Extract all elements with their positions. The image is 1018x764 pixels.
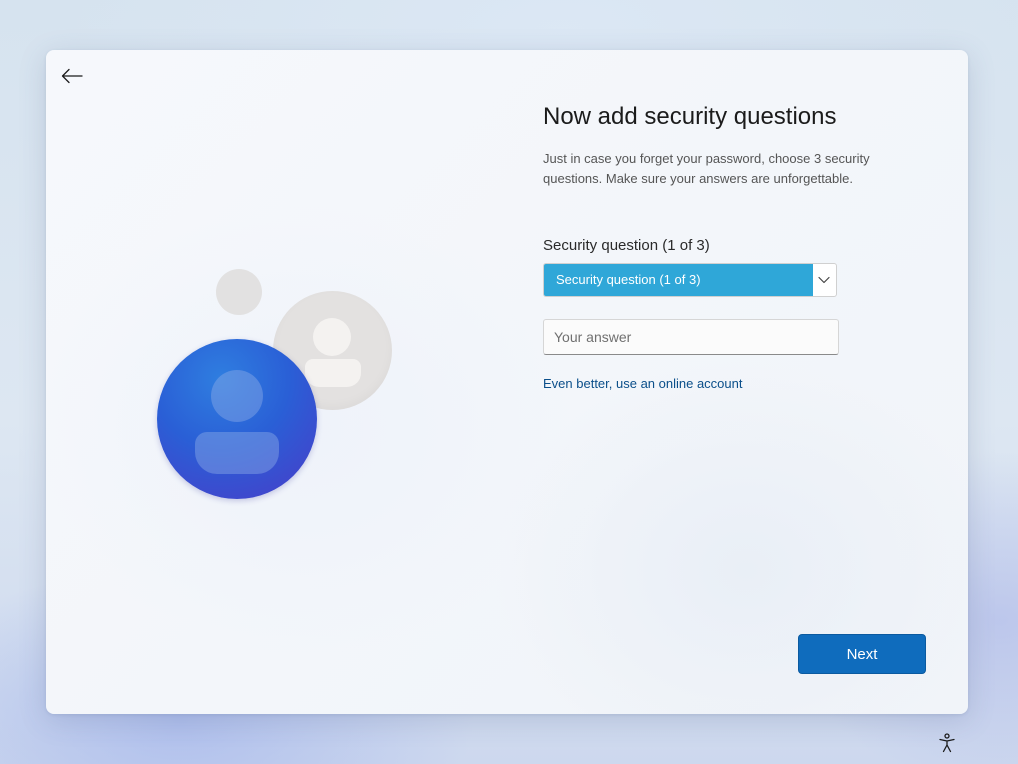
answer-input[interactable]: [543, 319, 839, 355]
page-description: Just in case you forget your password, c…: [543, 151, 870, 186]
online-account-link[interactable]: Even better, use an online account: [543, 376, 742, 391]
next-button[interactable]: Next: [798, 634, 926, 674]
accessibility-icon: [939, 733, 955, 753]
page-title: Now add security questions: [543, 103, 837, 130]
security-question-dropdown[interactable]: Security question (1 of 3): [543, 263, 837, 297]
blue-avatar-icon: [157, 339, 317, 499]
decorative-dot: [216, 269, 262, 315]
setup-card: Now add security questions Just in case …: [46, 50, 968, 714]
security-question-selected-value: Security question (1 of 3): [544, 264, 813, 296]
user-avatars-illustration: [46, 50, 506, 714]
chevron-down-icon: [818, 276, 830, 284]
dropdown-toggle[interactable]: [812, 264, 836, 296]
accessibility-button[interactable]: [937, 732, 957, 754]
security-question-label: Security question (1 of 3): [543, 237, 710, 254]
